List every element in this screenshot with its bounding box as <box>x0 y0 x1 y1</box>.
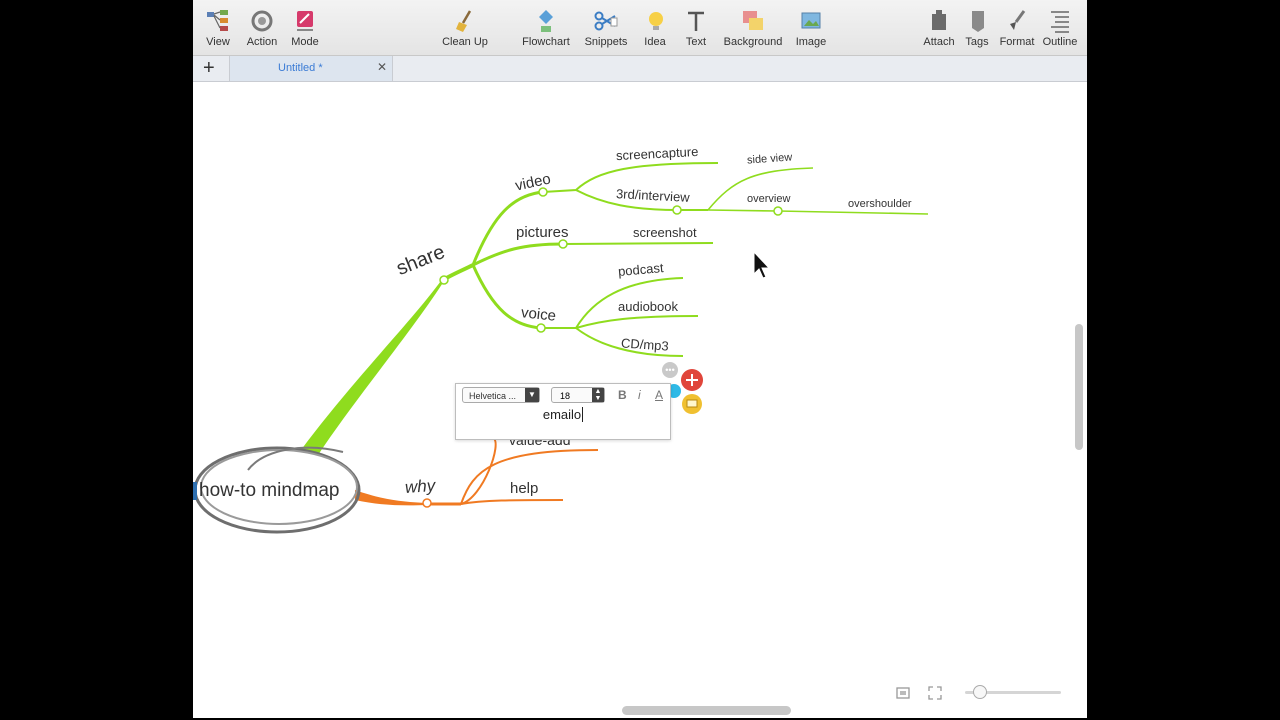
mode-button[interactable]: Mode <box>290 6 320 52</box>
font-family-value: Helvetica ... <box>469 391 517 401</box>
zoom-slider-thumb[interactable] <box>973 685 987 699</box>
close-tab-icon[interactable]: ✕ <box>377 60 387 74</box>
horizontal-scrollbar[interactable] <box>622 706 791 715</box>
add-tab-button[interactable]: + <box>203 58 215 78</box>
interview-collapse-dot[interactable] <box>672 205 682 215</box>
node-overview[interactable]: overview <box>747 193 790 205</box>
app-window: View Action Mode Clean Up Flowchart Snip… <box>193 0 1087 718</box>
stepper-arrows-icon: ▲ ▼ <box>592 388 604 402</box>
scissors-icon <box>594 11 618 31</box>
font-size-value: 18 <box>560 391 571 401</box>
clean-up-label: Clean Up <box>442 36 488 48</box>
italic-button[interactable]: i <box>638 388 641 402</box>
node-pictures[interactable]: pictures <box>516 224 569 241</box>
mode-icon <box>297 11 313 31</box>
why-collapse-dot[interactable] <box>422 498 432 508</box>
view-label: View <box>206 36 230 48</box>
text-button[interactable]: Text <box>683 6 709 52</box>
view-button[interactable]: View <box>205 6 231 52</box>
hidden-branch <box>460 437 497 505</box>
node-overshoulder[interactable]: overshoulder <box>848 198 912 210</box>
screenshot-branch <box>562 242 714 245</box>
mouse-pointer-icon <box>753 250 771 279</box>
outline-label: Outline <box>1042 36 1078 48</box>
pictures-branch <box>472 242 564 267</box>
fit-to-screen-icon[interactable] <box>896 686 910 700</box>
image-label: Image <box>795 36 827 48</box>
pictures-collapse-dot[interactable] <box>558 239 568 249</box>
text-icon <box>688 11 704 31</box>
chevron-down-icon: ▼ <box>525 388 539 402</box>
snippets-label: Snippets <box>584 36 628 48</box>
help-branch <box>460 499 564 505</box>
tab-untitled[interactable]: Untitled * ✕ <box>229 56 393 81</box>
broom-icon <box>456 10 472 32</box>
flowchart-label: Flowchart <box>522 36 570 48</box>
view-icon <box>207 10 228 31</box>
tag-icon <box>972 11 984 32</box>
tab-label: Untitled * <box>278 62 323 74</box>
background-icon <box>743 11 763 30</box>
node-help[interactable]: help <box>510 480 538 497</box>
node-text-value: emailo <box>542 407 582 422</box>
paintbrush-icon <box>1010 10 1026 30</box>
lightbulb-icon <box>649 12 663 30</box>
vertical-scrollbar[interactable] <box>1075 324 1083 450</box>
background-label: Background <box>723 36 783 48</box>
share-collapse-dot[interactable] <box>439 275 449 285</box>
clean-up-button[interactable]: Clean Up <box>442 6 488 52</box>
outline-icon <box>1051 11 1069 33</box>
mindmap-canvas[interactable]: ••• how-to mindmap share video screencap… <box>193 82 1087 718</box>
node-screenshot[interactable]: screenshot <box>633 225 697 240</box>
voice-collapse-dot[interactable] <box>536 323 546 333</box>
fullscreen-icon[interactable] <box>928 686 942 700</box>
node-voice[interactable]: voice <box>520 304 557 325</box>
text-color-button[interactable]: A <box>655 388 663 402</box>
node-text-input[interactable]: emailo <box>456 407 670 422</box>
node-cd-mp3[interactable]: CD/mp3 <box>621 335 670 353</box>
idea-button[interactable]: Idea <box>643 6 667 52</box>
format-label: Format <box>999 36 1035 48</box>
image-button[interactable]: Image <box>794 6 828 52</box>
overview-collapse-dot[interactable] <box>773 206 783 216</box>
attach-label: Attach <box>923 36 955 48</box>
flowchart-button[interactable]: Flowchart <box>522 6 570 52</box>
main-toolbar: View Action Mode Clean Up Flowchart Snip… <box>193 0 1087 56</box>
tab-bar: + Untitled * ✕ <box>193 56 1087 82</box>
action-button[interactable]: Action <box>245 6 279 52</box>
node-audiobook[interactable]: audiobook <box>618 299 678 314</box>
node-why[interactable]: why <box>404 476 436 498</box>
tags-label: Tags <box>965 36 989 48</box>
bold-button[interactable]: B <box>618 388 627 402</box>
format-button[interactable]: Format <box>999 6 1035 52</box>
image-icon <box>801 12 821 29</box>
node-text-editor[interactable]: Helvetica ... ▼ 18 ▲ ▼ B i A emailo <box>455 383 671 440</box>
central-node-cursor <box>193 482 197 500</box>
action-label: Action <box>246 36 278 48</box>
action-icon <box>251 10 273 32</box>
mode-label: Mode <box>291 36 319 48</box>
text-label: Text <box>685 36 707 48</box>
font-family-select[interactable]: Helvetica ... ▼ <box>462 387 540 403</box>
attach-button[interactable]: Attach <box>923 6 955 52</box>
idea-label: Idea <box>644 36 666 48</box>
outline-button[interactable]: Outline <box>1042 6 1078 52</box>
node-central[interactable]: how-to mindmap <box>199 480 339 502</box>
background-button[interactable]: Background <box>723 6 783 52</box>
font-size-stepper[interactable]: 18 ▲ ▼ <box>551 387 605 403</box>
share-main-branch <box>301 278 446 455</box>
attach-icon <box>932 10 946 30</box>
flowchart-icon <box>539 10 553 32</box>
snippets-button[interactable]: Snippets <box>584 6 628 52</box>
overview-branch <box>707 209 929 215</box>
audiobook-branch <box>575 315 699 329</box>
svg-text:•••: ••• <box>665 365 674 375</box>
tags-button[interactable]: Tags <box>965 6 989 52</box>
